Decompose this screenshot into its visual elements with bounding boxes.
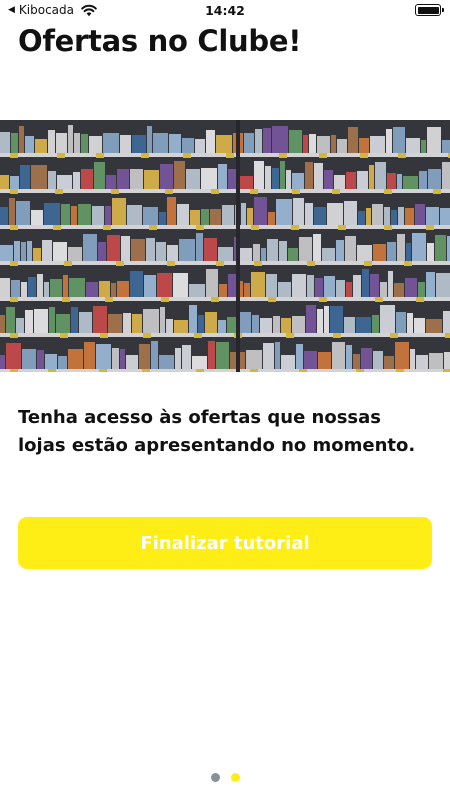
hero-image-overlay xyxy=(0,120,450,372)
page-dot-1[interactable] xyxy=(210,773,220,782)
status-bar: ◀ Kibocada 14:42 xyxy=(0,0,450,22)
battery-icon xyxy=(415,4,444,16)
page-dot-2-active[interactable] xyxy=(230,773,240,782)
onboarding-description: Tenha acesso às ofertas que nossas lojas… xyxy=(18,407,416,456)
page-indicator xyxy=(0,773,450,782)
battery-level xyxy=(417,6,439,14)
status-time: 14:42 xyxy=(205,3,245,18)
hero-image xyxy=(0,120,450,372)
page-title: Ofertas no Clube! xyxy=(18,24,302,58)
finish-tutorial-button[interactable]: Finalizar tutorial xyxy=(18,517,432,569)
